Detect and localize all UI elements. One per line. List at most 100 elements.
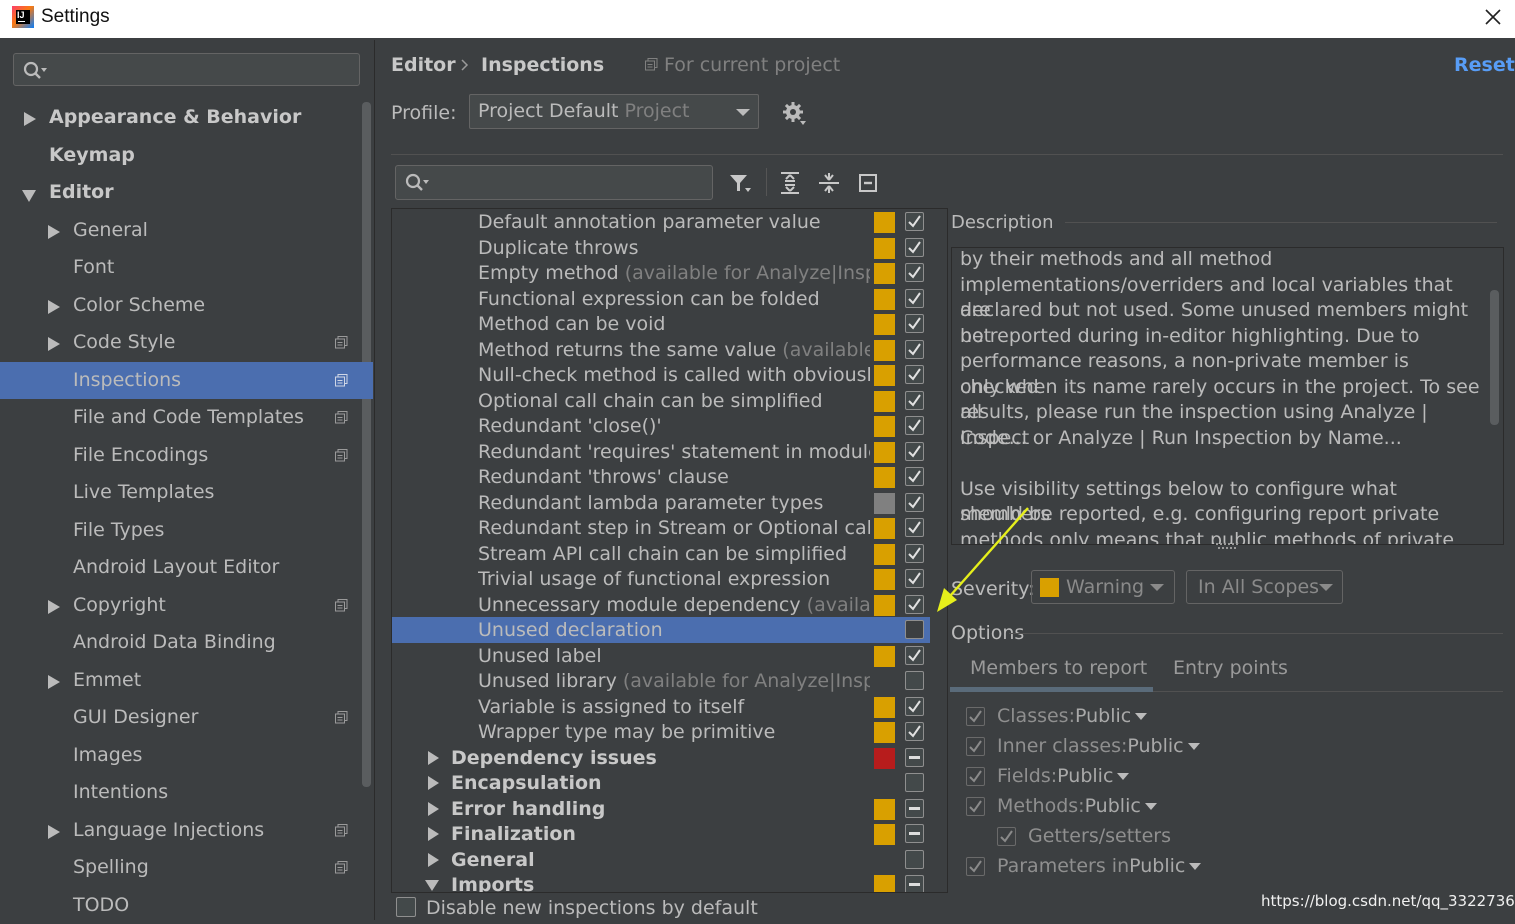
sidebar-item-file-encodings[interactable]: File Encodings: [0, 437, 360, 474]
sidebar-item-file-code-templates[interactable]: File and Code Templates: [0, 399, 360, 436]
enable-checkbox[interactable]: [905, 288, 924, 308]
sidebar-item-android-data-binding[interactable]: Android Data Binding: [0, 624, 360, 661]
filter-icon[interactable]: [727, 170, 753, 196]
sidebar-item-images[interactable]: Images: [0, 737, 360, 774]
inspection-row[interactable]: Redundant lambda parameter types: [392, 490, 947, 516]
inspection-group-row[interactable]: Encapsulation: [392, 770, 947, 796]
inspection-group-row[interactable]: Error handling: [392, 796, 947, 822]
inspection-row[interactable]: Redundant 'throws' clause: [392, 464, 947, 490]
inspection-row[interactable]: Null-check method is called with obvious…: [392, 362, 947, 388]
enable-checkbox[interactable]: [905, 594, 924, 614]
inspection-row[interactable]: Unused declaration: [392, 617, 930, 643]
inspection-row[interactable]: Redundant step in Stream or Optional cal…: [392, 515, 947, 541]
severity-dropdown[interactable]: Warning: [1031, 570, 1175, 604]
inspection-row[interactable]: Wrapper type may be primitive: [392, 719, 947, 745]
enable-checkbox[interactable]: [905, 339, 924, 359]
checkbox[interactable]: [966, 767, 985, 786]
inspection-row[interactable]: Empty method (available for Analyze|Insp…: [392, 260, 947, 286]
enable-checkbox[interactable]: [905, 798, 924, 818]
inspection-row[interactable]: Redundant 'requires' statement in module…: [392, 439, 947, 465]
sidebar-item-editor[interactable]: Editor: [0, 174, 360, 211]
description-scrollbar[interactable]: [1490, 290, 1499, 425]
enable-checkbox[interactable]: [905, 365, 924, 384]
enable-checkbox[interactable]: [905, 467, 924, 486]
sidebar-item-gui-designer[interactable]: GUI Designer: [0, 699, 360, 736]
splitter-grip-icon[interactable]: [1215, 542, 1241, 550]
enable-checkbox[interactable]: [905, 518, 924, 537]
inspection-row[interactable]: Functional expression can be folded: [392, 286, 947, 312]
checkbox[interactable]: [966, 857, 985, 876]
enable-checkbox[interactable]: [905, 390, 924, 410]
sidebar-item-file-types[interactable]: File Types: [0, 512, 360, 549]
sidebar-item-keymap[interactable]: Keymap: [0, 137, 360, 174]
inspection-search-field[interactable]: [395, 165, 720, 200]
visibility-dropdown[interactable]: Public: [1129, 855, 1185, 877]
scope-dropdown[interactable]: In All Scopes: [1186, 570, 1343, 604]
enable-checkbox[interactable]: [905, 849, 924, 869]
collapse-all-icon[interactable]: [816, 170, 842, 196]
sidebar-item-font[interactable]: Font: [0, 249, 360, 286]
inspection-group-row[interactable]: Imports: [392, 872, 947, 892]
sidebar-item-todo[interactable]: TODO: [0, 887, 360, 924]
enable-checkbox[interactable]: [905, 212, 924, 231]
inspection-row[interactable]: Trivial usage of functional expression: [392, 566, 947, 592]
enable-checkbox[interactable]: [905, 671, 924, 690]
sidebar-item-android-layout-editor[interactable]: Android Layout Editor: [0, 549, 360, 586]
inspection-row[interactable]: Redundant 'close()': [392, 413, 947, 439]
expand-all-icon[interactable]: [777, 170, 803, 196]
inspection-row[interactable]: Unused label: [392, 643, 947, 669]
inspection-group-row[interactable]: General: [392, 847, 947, 873]
checkbox[interactable]: [997, 827, 1016, 846]
enable-checkbox[interactable]: [905, 543, 924, 563]
inspection-group-row[interactable]: Dependency issues: [392, 745, 947, 771]
sidebar-item-code-style[interactable]: Code Style: [0, 324, 360, 361]
profile-dropdown[interactable]: Project Default Project: [469, 94, 759, 129]
close-window-button[interactable]: [1478, 5, 1508, 31]
enable-checkbox[interactable]: [905, 620, 924, 639]
reset-to-default-icon[interactable]: [855, 170, 881, 196]
inspection-search-input[interactable]: [436, 171, 720, 193]
reset-link[interactable]: Reset: [1454, 54, 1515, 76]
tab-entry-points[interactable]: Entry points: [1173, 657, 1288, 679]
enable-checkbox[interactable]: [905, 747, 924, 767]
sidebar-item-inspections[interactable]: Inspections: [0, 362, 373, 399]
enable-checkbox[interactable]: [905, 237, 924, 257]
sidebar-item-general[interactable]: General: [0, 212, 360, 249]
checkbox[interactable]: [966, 797, 985, 816]
enable-checkbox[interactable]: [905, 645, 924, 665]
checkbox[interactable]: [966, 737, 985, 756]
inspection-row[interactable]: Optional call chain can be simplified: [392, 388, 947, 414]
inspection-row[interactable]: Unnecessary module dependency (available…: [392, 592, 947, 618]
tab-members-to-report[interactable]: Members to report: [970, 657, 1147, 679]
sidebar-item-copyright[interactable]: Copyright: [0, 587, 360, 624]
sidebar-item-color-scheme[interactable]: Color Scheme: [0, 287, 360, 324]
visibility-dropdown[interactable]: Public: [1085, 795, 1141, 817]
inspection-row[interactable]: Method returns the same value (available…: [392, 337, 947, 363]
enable-checkbox[interactable]: [905, 722, 924, 741]
inspection-row[interactable]: Stream API call chain can be simplified: [392, 541, 947, 567]
sidebar-item-emmet[interactable]: Emmet: [0, 662, 360, 699]
sidebar-item-intentions[interactable]: Intentions: [0, 774, 360, 811]
enable-checkbox[interactable]: [905, 314, 924, 333]
sidebar-item-appearance-behavior[interactable]: Appearance & Behavior: [0, 99, 360, 136]
visibility-dropdown[interactable]: Public: [1127, 735, 1183, 757]
enable-checkbox[interactable]: [905, 696, 924, 716]
sidebar-item-live-templates[interactable]: Live Templates: [0, 474, 360, 511]
visibility-dropdown[interactable]: Public: [1075, 705, 1131, 727]
enable-checkbox[interactable]: [905, 441, 924, 461]
inspection-row[interactable]: Method can be void: [392, 311, 947, 337]
inspection-row[interactable]: Unused library (available for Analyze|In…: [392, 668, 947, 694]
sidebar-item-language-injections[interactable]: Language Injections: [0, 812, 360, 849]
sidebar-item-spelling[interactable]: Spelling: [0, 849, 360, 886]
checkbox[interactable]: [396, 897, 416, 917]
enable-checkbox[interactable]: [905, 773, 924, 792]
enable-checkbox[interactable]: [905, 569, 924, 588]
inspection-row[interactable]: Duplicate throws: [392, 235, 947, 261]
inspection-row[interactable]: Variable is assigned to itself: [392, 694, 947, 720]
enable-checkbox[interactable]: [905, 263, 924, 282]
checkbox[interactable]: [966, 707, 985, 726]
settings-search-input[interactable]: [54, 59, 338, 81]
inspection-row[interactable]: Default annotation parameter value: [392, 209, 947, 235]
enable-checkbox[interactable]: [905, 492, 924, 512]
visibility-dropdown[interactable]: Public: [1057, 765, 1113, 787]
